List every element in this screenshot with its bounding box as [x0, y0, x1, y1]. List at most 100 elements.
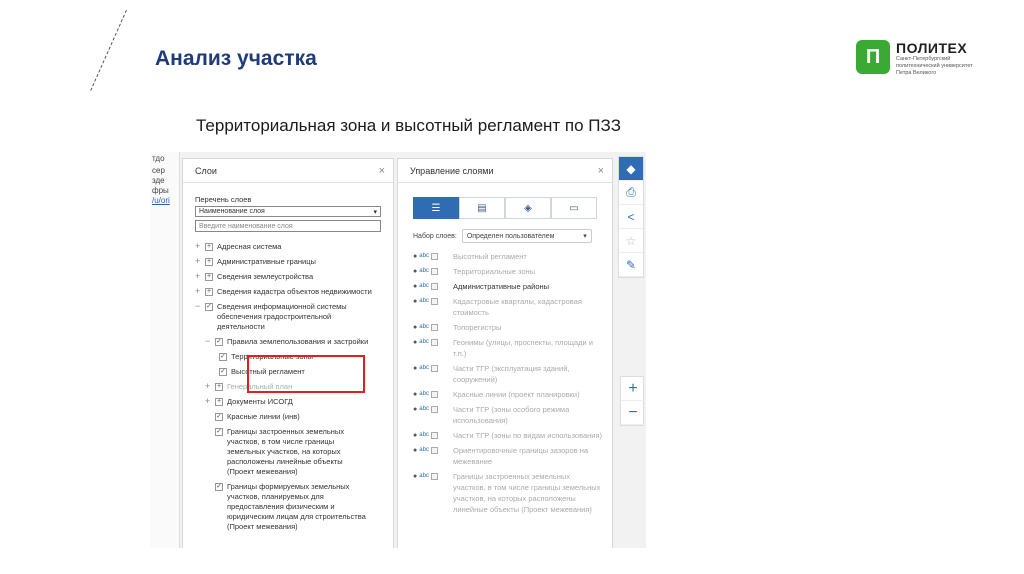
label-toggle-icon[interactable]: abc	[419, 281, 429, 292]
active-layer-row[interactable]: ● abc Высотный регламент	[413, 251, 612, 262]
group-checkbox[interactable]: +	[205, 288, 213, 296]
tree-item[interactable]: − Правила землепользования и застройки	[205, 337, 381, 347]
layers-stack-icon[interactable]: ◈	[505, 197, 551, 219]
active-layer-row[interactable]: ● abc Красные линии (проект планировки)	[413, 389, 612, 400]
active-layer-label: Части ТГР (зоны по видам использования)	[453, 431, 603, 440]
edge-link[interactable]: /u/ori	[152, 196, 170, 205]
label-toggle-icon[interactable]: abc	[419, 266, 429, 277]
layer-checkbox[interactable]	[215, 428, 223, 436]
label-toggle-icon[interactable]: abc	[419, 445, 429, 456]
collapse-minus-icon[interactable]: −	[205, 337, 215, 346]
active-layer-row[interactable]: ● abc Ориентировочные границы зазоров на м…	[413, 445, 612, 467]
legend-image-icon	[430, 253, 438, 260]
group-checkbox[interactable]	[215, 338, 223, 346]
active-layer-row[interactable]: ● abc Топорегистры	[413, 322, 612, 333]
label-toggle-icon[interactable]: abc	[419, 471, 429, 482]
group-checkbox[interactable]: +	[205, 273, 213, 281]
layer-checkbox[interactable]	[215, 413, 223, 421]
tree-item[interactable]: Границы застроенных земельных участков, …	[215, 427, 381, 477]
label-toggle-icon[interactable]: abc	[419, 363, 429, 374]
expand-plus-icon[interactable]: +	[205, 382, 215, 391]
active-layer-row[interactable]: ● abc Территориальные зоны	[413, 266, 612, 277]
active-layer-label: Кадастровые кварталы, кадастровая стоимо…	[453, 297, 582, 317]
label-toggle-icon[interactable]: abc	[419, 322, 429, 333]
collapse-minus-icon[interactable]: −	[195, 302, 205, 311]
eye-icon[interactable]: ●	[413, 337, 417, 348]
label-toggle-icon[interactable]: abc	[419, 404, 429, 415]
list-view-icon[interactable]: ☰	[413, 197, 459, 219]
eye-icon[interactable]: ●	[413, 251, 417, 262]
tree-item[interactable]: Красные линии (инв)	[215, 412, 381, 422]
label-toggle-icon[interactable]: abc	[419, 430, 429, 441]
tree-item[interactable]: + + Административные границы	[195, 257, 381, 267]
eye-icon[interactable]: ●	[413, 389, 417, 400]
group-checkbox[interactable]: +	[215, 398, 223, 406]
eye-icon[interactable]: ●	[413, 363, 417, 374]
tree-item[interactable]: + + Адресная система	[195, 242, 381, 252]
label-toggle-icon[interactable]: abc	[419, 251, 429, 262]
active-layer-row[interactable]: ● abc Административные районы	[413, 281, 612, 292]
expand-plus-icon[interactable]: +	[195, 287, 205, 296]
expand-plus-icon[interactable]: +	[205, 397, 215, 406]
eye-icon[interactable]: ●	[413, 404, 417, 415]
edit-pencil-icon[interactable]: ✎	[619, 253, 643, 277]
expand-plus-icon[interactable]: +	[195, 242, 205, 251]
eye-icon[interactable]: ●	[413, 296, 417, 307]
layer-checkbox[interactable]	[215, 483, 223, 491]
group-checkbox[interactable]	[205, 303, 213, 311]
eye-icon[interactable]: ●	[413, 322, 417, 333]
tree-item[interactable]: + + Документы ИСОГД	[205, 397, 381, 407]
map-toolbar: ◆ ⎙ < ☆ ✎	[618, 156, 644, 278]
label-toggle-icon[interactable]: abc	[419, 389, 429, 400]
tree-item[interactable]: − Сведения информационной системы обеспеч…	[195, 302, 381, 332]
save-icon[interactable]: ▭	[551, 197, 597, 219]
print-icon[interactable]: ⎙	[619, 181, 643, 205]
eye-icon[interactable]: ●	[413, 430, 417, 441]
zoom-in-icon[interactable]: +	[621, 377, 645, 401]
chevron-down-icon: ▾	[583, 233, 587, 240]
bookmark-icon[interactable]: ☆	[619, 229, 643, 253]
active-layer-row[interactable]: ● abc Геонимы (улицы, проспекты, площади и…	[413, 337, 612, 359]
active-layer-label: Административные районы	[453, 282, 550, 291]
legend-image-icon	[430, 365, 438, 372]
active-layer-row[interactable]: ● abc Части ТГР (зоны особого режима испол…	[413, 404, 612, 426]
layer-checkbox[interactable]	[219, 368, 227, 376]
active-layer-row[interactable]: ● abc Части ТГР (эксплуатация зданий, соор…	[413, 363, 612, 385]
legend-icon[interactable]: ▤	[459, 197, 505, 219]
active-layer-row[interactable]: ● abc Границы застроенных земельных участк…	[413, 471, 612, 515]
zoom-out-icon[interactable]: −	[621, 401, 645, 425]
expand-plus-icon[interactable]: +	[195, 272, 205, 281]
close-icon[interactable]: ×	[598, 165, 604, 177]
label-toggle-icon[interactable]: abc	[419, 296, 429, 307]
active-layer-label: Геонимы (улицы, проспекты, площади и т.п…	[453, 338, 593, 358]
background-page-strip: тдо сер зде фры /u/ori	[150, 152, 180, 548]
eye-icon[interactable]: ●	[413, 266, 417, 277]
layer-checkbox[interactable]	[219, 353, 227, 361]
manage-tabs: ☰ ▤ ◈ ▭	[413, 197, 612, 219]
active-layer-row[interactable]: ● abc Части ТГР (зоны по видам использован…	[413, 430, 612, 441]
logo-name: ПОЛИТЕХ	[896, 40, 968, 56]
eye-icon[interactable]: ●	[413, 281, 417, 292]
edge-snippet: сер	[152, 166, 165, 175]
tree-item[interactable]: Границы формируемых земельных участков, …	[215, 482, 381, 532]
layer-search-input[interactable]: Введите наименование слоя	[195, 220, 381, 232]
label-toggle-icon[interactable]: abc	[419, 337, 429, 348]
tree-item-label: Сведения кадастра объектов недвижимости	[217, 287, 372, 296]
group-checkbox[interactable]: +	[205, 258, 213, 266]
layer-set-select[interactable]: Определен пользователем ▾	[461, 229, 592, 243]
layer-sort-select[interactable]: Наименование слоя ▾	[195, 206, 381, 217]
share-icon[interactable]: <	[619, 205, 643, 229]
group-checkbox[interactable]: +	[205, 243, 213, 251]
close-icon[interactable]: ×	[379, 165, 385, 177]
active-layer-row[interactable]: ● abc Кадастровые кварталы, кадастровая ст…	[413, 296, 612, 318]
tree-item[interactable]: + + Сведения землеустройства	[195, 272, 381, 282]
legend-image-icon	[430, 324, 438, 331]
layers-icon[interactable]: ◆	[619, 157, 643, 181]
expand-plus-icon[interactable]: +	[195, 257, 205, 266]
eye-icon[interactable]: ●	[413, 445, 417, 456]
group-checkbox[interactable]: +	[215, 383, 223, 391]
eye-icon[interactable]: ●	[413, 471, 417, 482]
tree-item[interactable]: + + Сведения кадастра объектов недвижимост…	[195, 287, 381, 297]
tree-item-label: Административные границы	[217, 257, 316, 266]
manage-panel-title: Управление слоями	[410, 165, 494, 176]
